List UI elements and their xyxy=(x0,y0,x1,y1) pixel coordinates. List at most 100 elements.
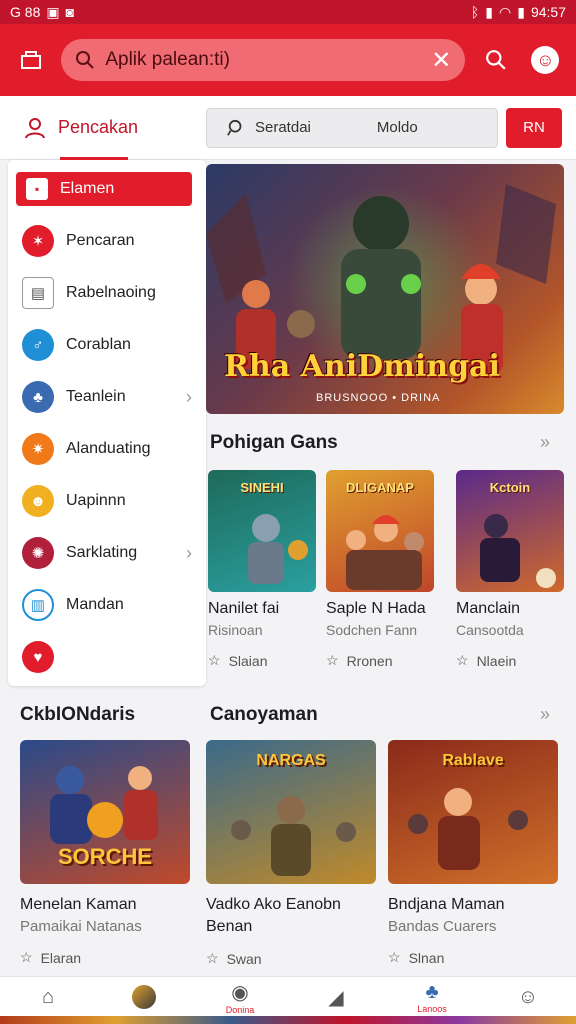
sidebar-item-mandan[interactable]: ▥ Mandan xyxy=(8,579,206,631)
game-thumbnail: SORCHE xyxy=(20,740,190,884)
game-rating: ☆ Slnan xyxy=(388,949,560,966)
game-title: Bndjana Maman xyxy=(388,896,505,913)
run-icon: ♂ xyxy=(22,329,54,361)
sidebar-item-alanduating[interactable]: ✷ Alanduating xyxy=(8,423,206,475)
game-card[interactable]: DLIGANAP Saple N Hada Sodchen Fann ☆ Rron… xyxy=(326,470,434,669)
game-card[interactable]: SORCHE Menelan Kaman Pamaikai Natanas ☆ E… xyxy=(20,740,192,966)
rating-label: Rronen xyxy=(346,652,393,669)
search-icon xyxy=(227,119,242,136)
tabs-row: Pencakan Seratdai Moldo RN xyxy=(0,96,576,160)
rating-label: Slnan xyxy=(408,949,445,966)
user-icon xyxy=(25,117,45,138)
status-bar: G 88 ▣ ◙ ᛒ ▮ ◠ ▮ 94:57 xyxy=(0,0,576,24)
nav-games[interactable] xyxy=(96,977,192,1017)
filter-action-button[interactable]: RN xyxy=(506,107,562,148)
star-icon: ☆ xyxy=(456,652,469,668)
sidebar-item-label: Alanduating xyxy=(66,440,151,457)
game-subtitle: Cansootda xyxy=(456,622,524,638)
star-burst-icon: ✷ xyxy=(22,433,54,465)
sidebar-item-sarklating[interactable]: ✺ Sarklating › xyxy=(8,527,206,579)
sidebar-item-rabelnaoing[interactable]: ▤ Rabelnaoing xyxy=(8,267,206,319)
signal-icon: ◢ xyxy=(328,986,344,1009)
sidebar-item-favorites[interactable]: ♥ xyxy=(8,631,206,683)
home-icon: ⌂ xyxy=(41,985,55,1008)
sidebar-item-label: Corablan xyxy=(66,336,131,353)
clear-search-button[interactable]: ✕ xyxy=(431,46,451,75)
gallery-icon: ▣ xyxy=(46,3,60,20)
star-icon: ☆ xyxy=(326,652,339,668)
sidebar-item-teanlein[interactable]: ♣ Teanlein › xyxy=(8,371,206,423)
wifi-icon: ◠ xyxy=(499,3,512,20)
chart-icon: ▥ xyxy=(22,589,54,621)
game-thumbnail: Rablave xyxy=(388,740,558,884)
game-thumbnail: Kctoin xyxy=(456,470,564,592)
search-button[interactable] xyxy=(477,40,514,80)
search-input[interactable] xyxy=(105,49,422,71)
hero-subtitle: BRUSNOOO • DRINA xyxy=(316,392,441,404)
section-heading-popular: Pohigan Gans xyxy=(210,432,338,453)
nav-label: Donina xyxy=(225,1004,255,1015)
people-icon: ☻ xyxy=(22,485,54,517)
sidebar-item-label: Sarklating xyxy=(66,544,138,561)
game-card[interactable]: SINEHI Nanilet fai Risinoan ☆ Slaian xyxy=(208,470,316,669)
sidebar-item-uapinnn[interactable]: ☻ Uapinnn xyxy=(8,475,206,527)
battery-icon: ▮ xyxy=(517,3,525,20)
flag-icon: ▪ xyxy=(26,178,48,200)
game-rating: ☆ Rronen xyxy=(326,652,434,669)
see-more-lower-button[interactable]: » xyxy=(540,704,550,725)
burst-icon: ✶ xyxy=(22,225,54,257)
star-icon: ☆ xyxy=(206,950,219,966)
star-icon: ☆ xyxy=(388,949,401,965)
sidebar-item-corablan[interactable]: ♂ Corablan xyxy=(8,319,206,371)
game-title: Menelan Kaman xyxy=(20,896,137,913)
game-rating: ☆ Swan xyxy=(206,950,378,967)
rating-label: Slaian xyxy=(228,652,268,669)
game-subtitle: Sodchen Fann xyxy=(326,622,418,638)
game-title: Vadko Ako Eanobn xyxy=(206,896,341,913)
nav-donina[interactable]: ◉ Donina xyxy=(192,977,288,1017)
sidebar-item-label: Elamen xyxy=(60,180,115,197)
game-rating: ☆ Slaian xyxy=(208,652,316,669)
star-icon: ☆ xyxy=(208,652,221,668)
group-icon: ♣ xyxy=(425,980,439,1003)
signal-icon: ▮ xyxy=(485,3,494,20)
heart-icon: ♥ xyxy=(22,641,54,673)
sidebar-item-elamen[interactable]: ▪ Elamen xyxy=(16,172,192,206)
back-icon xyxy=(20,51,41,69)
avatar-icon: ☺ xyxy=(531,46,560,74)
sidebar-item-pencaran[interactable]: ✶ Pencaran xyxy=(8,215,206,267)
sidebar-item-label: Rabelnaoing xyxy=(66,284,156,301)
controller-icon: ☺ xyxy=(517,985,539,1008)
status-left-text: G 88 xyxy=(10,4,41,20)
nav-lanoos[interactable]: ♣ Lanoos xyxy=(384,977,480,1017)
game-rating: ☆ Elaran xyxy=(20,949,192,966)
game-card[interactable]: NARGAS Vadko Ako Eanobn Benan ☆ Swan xyxy=(206,740,378,967)
chevron-right-icon: › xyxy=(186,386,192,407)
star-icon: ☆ xyxy=(20,949,33,965)
game-card[interactable]: Rablave Bndjana Maman Bandas Cuarers ☆ Sl… xyxy=(388,740,560,966)
see-more-popular-button[interactable]: » xyxy=(540,432,550,453)
nav-signal[interactable]: ◢ xyxy=(288,977,384,1017)
content-peek-strip xyxy=(0,1016,576,1024)
thumb-label: SORCHE xyxy=(57,844,153,869)
section-heading-left: CkbIONdaris xyxy=(20,704,136,725)
filter-right-label: Moldo xyxy=(376,119,418,136)
game-title: Manclain xyxy=(456,600,521,617)
profile-button[interactable]: ☺ xyxy=(527,40,564,80)
swirl-icon: ✺ xyxy=(22,537,54,569)
tab-pencakan[interactable]: Pencakan xyxy=(0,96,186,160)
chat-icon: ◉ xyxy=(231,981,249,1004)
message-icon: ◙ xyxy=(65,4,75,20)
game-card[interactable]: Kctoin Manclain Cansootda ☆ Nlaein xyxy=(456,470,564,669)
nav-home[interactable]: ⌂ xyxy=(0,977,96,1017)
search-box[interactable]: ✕ xyxy=(61,39,466,81)
nav-controller[interactable]: ☺ xyxy=(480,977,576,1017)
game-subtitle: Pamaikai Natanas xyxy=(20,918,142,935)
game-thumbnail: NARGAS xyxy=(206,740,376,884)
filter-box[interactable]: Seratdai Moldo xyxy=(206,107,498,148)
rating-label: Swan xyxy=(226,950,262,967)
tab-label: Pencakan xyxy=(58,117,139,137)
featured-banner[interactable]: Rha AniDmingai BRUSNOOO • DRINA xyxy=(206,164,564,414)
back-button[interactable] xyxy=(12,40,49,80)
game-subtitle: Risinoan xyxy=(208,622,263,638)
